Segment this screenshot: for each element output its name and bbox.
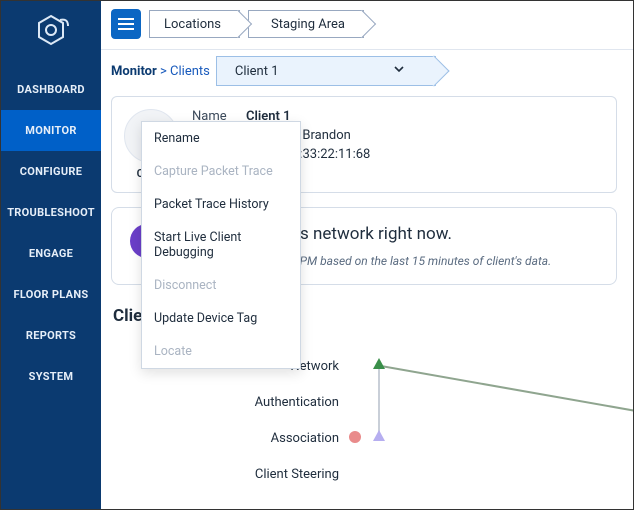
- nav-configure[interactable]: CONFIGURE: [1, 151, 101, 192]
- cm-update-device-tag[interactable]: Update Device Tag: [142, 302, 300, 335]
- cm-locate: Locate: [142, 335, 300, 368]
- breadcrumb-locations[interactable]: Locations: [149, 10, 240, 38]
- client-selector-label: Client 1: [235, 64, 279, 79]
- client-selector[interactable]: Client 1: [216, 56, 436, 86]
- marker-association-2[interactable]: [372, 429, 386, 443]
- row-authentication: Authentication: [219, 395, 339, 410]
- brand-logo: [27, 7, 75, 55]
- hamburger-button[interactable]: [111, 9, 141, 39]
- nav-monitor[interactable]: MONITOR: [1, 110, 101, 151]
- breadcrumb-staging-area[interactable]: Staging Area: [248, 10, 364, 38]
- chart-connector: [378, 363, 380, 437]
- nav-dashboard[interactable]: DASHBOARD: [1, 69, 101, 110]
- cm-packet-trace-history[interactable]: Packet Trace History: [142, 188, 300, 221]
- nav-floor-plans[interactable]: FLOOR PLANS: [1, 274, 101, 315]
- sub-breadcrumb: Monitor > Clients Client 1: [101, 50, 633, 96]
- chart-edge: [381, 365, 633, 416]
- cm-disconnect: Disconnect: [142, 269, 300, 302]
- row-association: Association: [219, 431, 339, 446]
- nav-system[interactable]: SYSTEM: [1, 356, 101, 397]
- marker-network-1[interactable]: [372, 357, 386, 371]
- sidebar: DASHBOARD MONITOR CONFIGURE TROUBLESHOOT…: [1, 1, 101, 509]
- subnav-section: Clients: [170, 64, 210, 79]
- cm-start-live-debugging[interactable]: Start Live Client Debugging: [142, 221, 300, 269]
- row-client-steering: Client Steering: [219, 467, 339, 482]
- topbar: Locations Staging Area: [101, 1, 633, 50]
- nav-troubleshoot[interactable]: TROUBLESHOOT: [1, 192, 101, 233]
- subnav-root: Monitor: [111, 64, 157, 79]
- mac-fragment: 4:33:22:11:68: [292, 147, 370, 162]
- chevron-down-icon: [393, 63, 405, 79]
- client-context-menu: Rename Capture Packet Trace Packet Trace…: [141, 121, 301, 369]
- cm-capture-packet-trace: Capture Packet Trace: [142, 155, 300, 188]
- cm-rename[interactable]: Rename: [142, 122, 300, 155]
- nav-reports[interactable]: REPORTS: [1, 315, 101, 356]
- nav-engage[interactable]: ENGAGE: [1, 233, 101, 274]
- marker-association-1[interactable]: [349, 431, 361, 443]
- subnav-path: Monitor > Clients: [111, 64, 210, 79]
